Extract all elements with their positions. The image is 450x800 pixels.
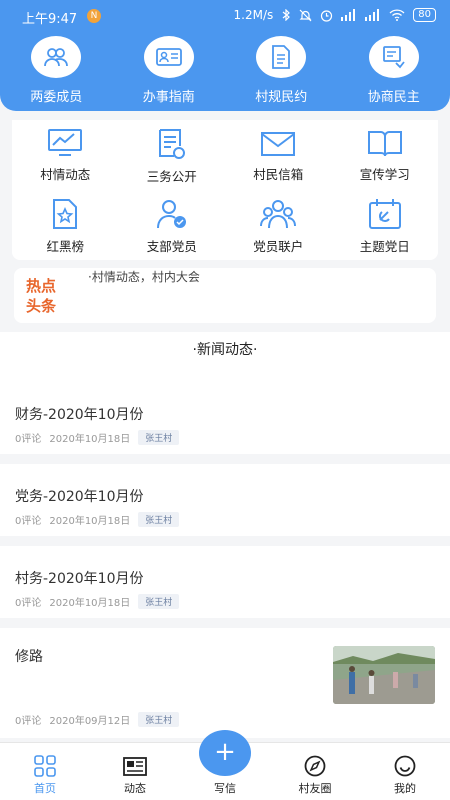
hot-tag: 热点头条 [26,277,57,315]
home-grid-icon [34,755,56,777]
village-tag: 张王村 [138,512,180,527]
group-icon [260,200,297,229]
top-nav-label: 协商民主 [367,90,420,105]
calendar-icon [368,199,401,229]
news-meta: 0评论 2020年09月12日 张王村 [15,712,180,727]
news-item[interactable]: 党务-2020年10月份 0评论 2020年10月18日 张王村 [0,464,450,536]
grid-item-three-affairs[interactable]: 三务公开 [119,120,226,190]
news-thumbnail [333,646,435,704]
grid-label: 村情动态 [40,167,91,182]
network-speed: 1.2M/s [233,8,274,22]
header: 上午9:47 N 1.2M/s 80 两委成员 办事指南 村规民约 协商民主 [0,0,450,111]
news-meta: 0评论 2020年10月18日 张王村 [15,430,180,445]
grid-label: 村民信箱 [253,167,304,182]
notification-badge: N [87,9,101,23]
notice-icon [158,129,185,159]
village-tag: 张王村 [138,712,180,727]
news-section: ·新闻动态· 财务-2020年10月份 0评论 2020年10月18日 张王村 … [0,332,450,742]
tab-label: 我的 [394,782,416,795]
compass-icon [304,755,326,777]
news-date: 2020年09月12日 [49,716,131,727]
grid-label: 主题党日 [359,239,410,254]
news-title: ·新闻动态· [0,332,450,362]
smile-icon [394,755,416,777]
grid-label: 党员联户 [253,239,304,254]
id-card-icon [143,36,194,78]
hot-text: ·村情动态，村内大会 [88,270,200,284]
news-item[interactable]: 村务-2020年10月份 0评论 2020年10月18日 张王村 [0,546,450,618]
news-date: 2020年10月18日 [49,598,131,609]
newspaper-icon [123,757,147,776]
top-nav-item-democracy[interactable]: 协商民主 [338,36,450,105]
news-date: 2020年10月18日 [49,434,131,445]
hot-headline[interactable]: 热点头条 ·村情动态，村内大会 [14,268,436,323]
village-tag: 张王村 [138,430,180,445]
news-item-title: 财务-2020年10月份 [15,407,144,423]
wifi-icon [389,9,405,21]
member-icon [156,200,186,229]
mail-icon [261,132,296,156]
top-nav-label: 两委成员 [30,90,83,105]
news-item-title: 村务-2020年10月份 [15,571,144,587]
tab-label: 写信 [214,782,236,795]
grid-item-party-members[interactable]: 支部党员 [119,190,226,260]
news-item-title: 党务-2020年10月份 [15,489,144,505]
signal-icon-1 [341,9,356,21]
trend-monitor-icon [48,129,83,156]
status-time: 上午9:47 [22,12,78,27]
news-item[interactable]: 修路 0评论 2020年09月12日 张王村 [0,628,450,738]
status-right: 1.2M/s 80 [234,8,436,22]
signal-icon-2 [365,9,380,21]
grid-item-red-black-list[interactable]: 红黑榜 [12,190,119,260]
top-nav-item-guide[interactable]: 办事指南 [113,36,226,105]
comment-count: 0评论 [15,516,42,527]
grid-item-village-news[interactable]: 村情动态 [12,120,119,190]
battery-icon: 80 [413,8,436,22]
star-file-icon [53,199,78,229]
top-nav: 两委成员 办事指南 村规民约 协商民主 [0,36,450,105]
village-tag: 张王村 [138,594,180,609]
grid-item-study[interactable]: 宣传学习 [332,120,439,190]
tab-mine[interactable]: 我的 [360,743,450,800]
people-icon [31,36,82,78]
tab-label: 村友圈 [298,782,332,795]
book-icon [367,131,402,157]
grid-item-mailbox[interactable]: 村民信箱 [225,120,332,190]
tab-label: 动态 [124,782,146,795]
news-item[interactable]: 财务-2020年10月份 0评论 2020年10月18日 张王村 [0,362,450,454]
top-nav-label: 村规民约 [255,90,308,105]
tab-news[interactable]: 动态 [90,743,180,800]
comment-count: 0评论 [15,598,42,609]
news-meta: 0评论 2020年10月18日 张王村 [15,512,180,527]
function-grid: 村情动态 三务公开 村民信箱 宣传学习 红黑榜 支部党员 党员联户 主题党日 [12,120,438,260]
document-icon [256,36,307,78]
tab-label: 首页 [34,782,56,795]
tab-circle[interactable]: 村友圈 [270,743,360,800]
grid-label: 宣传学习 [359,167,410,182]
alarm-icon [321,9,333,22]
bluetooth-icon [282,9,291,21]
news-meta: 0评论 2020年10月18日 张王村 [15,594,180,609]
comment-count: 0评论 [15,716,42,727]
top-nav-item-rules[interactable]: 村规民约 [225,36,338,105]
mute-icon [299,9,312,21]
grid-label: 三务公开 [146,169,197,184]
grid-item-household-link[interactable]: 党员联户 [225,190,332,260]
status-bar: 上午9:47 N 1.2M/s 80 [0,0,450,32]
write-fab-button[interactable]: + [199,730,251,776]
discussion-icon [368,36,419,78]
grid-label: 支部党员 [146,239,197,254]
top-nav-label: 办事指南 [142,90,195,105]
top-nav-item-members[interactable]: 两委成员 [0,36,113,105]
news-item-title: 修路 [15,649,43,665]
comment-count: 0评论 [15,434,42,445]
tab-home[interactable]: 首页 [0,743,90,800]
news-date: 2020年10月18日 [49,516,131,527]
grid-item-theme-day[interactable]: 主题党日 [332,190,439,260]
grid-label: 红黑榜 [46,239,84,254]
